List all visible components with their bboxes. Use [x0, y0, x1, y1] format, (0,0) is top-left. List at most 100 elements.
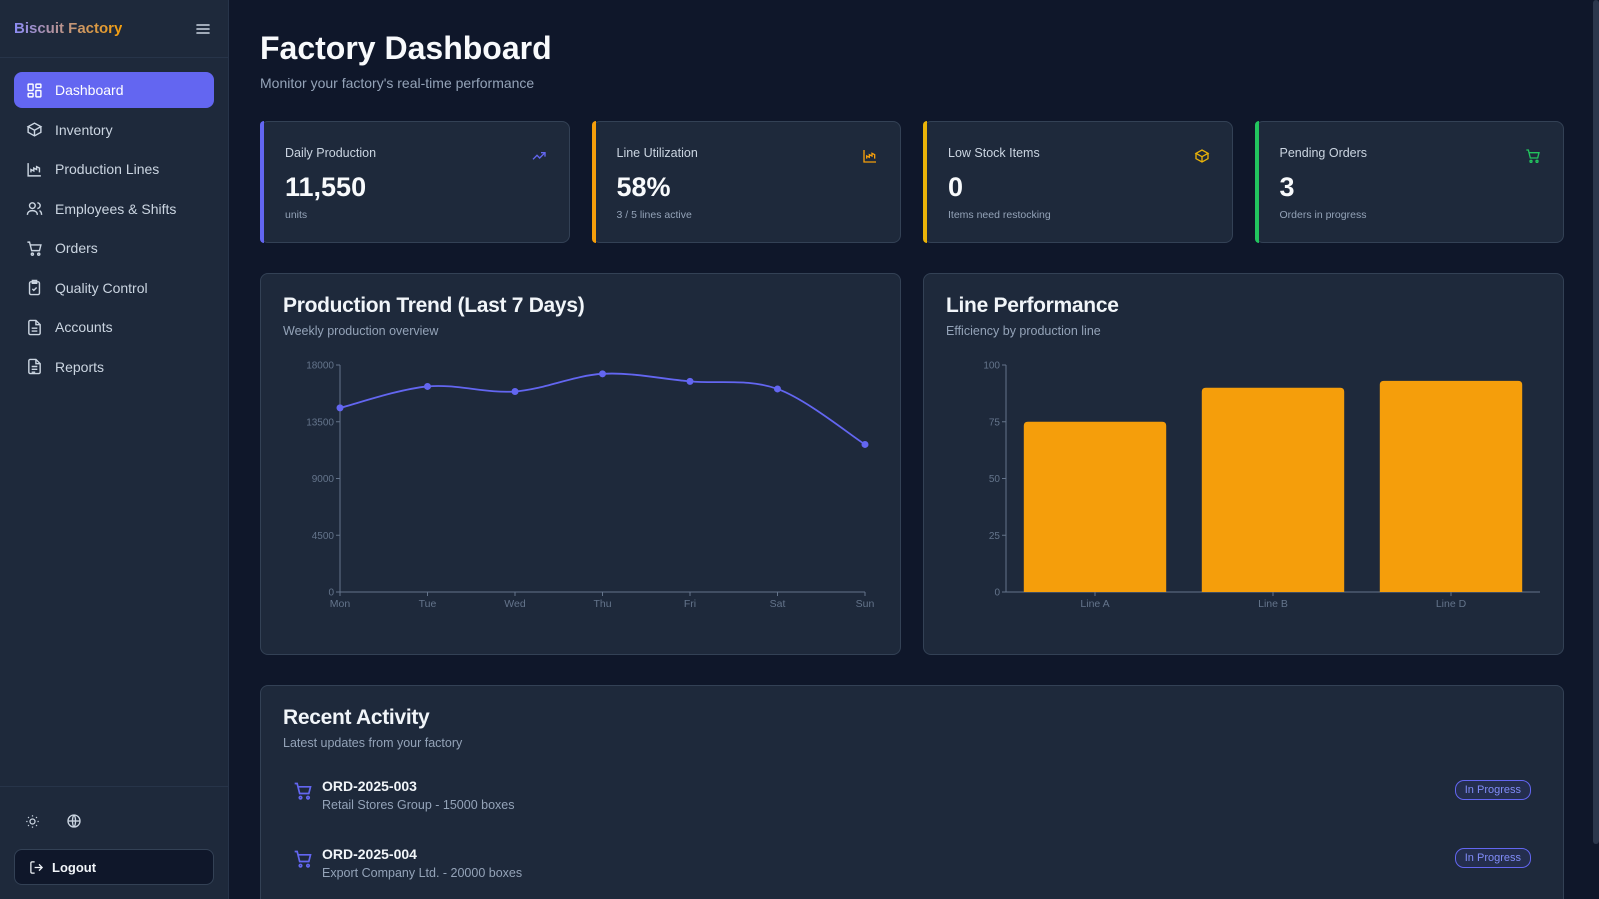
stat-label: Daily Production	[285, 146, 377, 160]
stat-foot: units	[285, 209, 308, 221]
stat-foot: 3 / 5 lines active	[616, 209, 692, 221]
production-trend-chart: 0 4500 9000 13500 18000 Mon Tue Wed Thu Fri Sat Sun	[306, 361, 875, 611]
dashboard-icon	[25, 81, 43, 99]
activity-item[interactable]: ORD-2025-004 Export Company Ltd. - 20000…	[283, 846, 1541, 880]
bar	[1379, 380, 1523, 592]
sidebar-item-quality-control[interactable]: Quality Control	[14, 270, 214, 306]
activity-item[interactable]: ORD-2025-003 Retail Stores Group - 15000…	[283, 778, 1541, 812]
page-subtitle: Monitor your factory's real-time perform…	[260, 75, 535, 91]
logout-label: Logout	[52, 859, 97, 875]
page-title: Factory Dashboard	[260, 30, 552, 66]
sidebar-footer: Logout	[0, 786, 228, 899]
activity-title: ORD-2025-004	[322, 846, 417, 862]
sidebar-nav: Dashboard Inventory Production Lines Emp…	[0, 58, 228, 385]
activity-text: ORD-2025-003 Retail Stores Group - 15000…	[322, 778, 514, 812]
sun-icon	[25, 814, 39, 828]
sidebar-tools	[14, 801, 214, 849]
data-point	[336, 404, 344, 412]
sidebar-item-accounts[interactable]: Accounts	[14, 309, 214, 345]
x-tick-label: Mon	[330, 598, 351, 610]
charts-row: Production Trend (Last 7 Days) Weekly pr…	[260, 273, 1564, 655]
cart-icon	[294, 782, 312, 800]
sidebar-item-production-lines[interactable]: Production Lines	[14, 151, 214, 187]
hamburger-icon	[196, 23, 210, 34]
activity-desc: Export Company Ltd. - 20000 boxes	[322, 866, 523, 880]
production-trend-card: Production Trend (Last 7 Days) Weekly pr…	[260, 273, 901, 655]
activity-desc: Retail Stores Group - 15000 boxes	[322, 798, 515, 812]
main-content: Factory Dashboard Monitor your factory's…	[260, 0, 1564, 899]
y-tick-label: 0	[994, 588, 1000, 599]
stat-foot: Orders in progress	[1279, 209, 1367, 221]
stat-accent-bar	[923, 121, 927, 243]
sidebar-item-reports[interactable]: Reports	[14, 349, 214, 385]
sidebar-item-orders[interactable]: Orders	[14, 230, 214, 266]
y-tick-label: 25	[989, 531, 1001, 542]
theme-toggle-button[interactable]	[22, 811, 42, 831]
data-point	[774, 385, 781, 393]
stat-card-pending-orders: Pending Orders 3 Orders in progress	[1254, 121, 1564, 243]
cart-icon	[25, 239, 43, 257]
activity-title: ORD-2025-003	[322, 778, 417, 794]
y-tick-label: 4500	[312, 531, 335, 542]
bar	[1201, 387, 1345, 592]
y-tick-label: 100	[983, 361, 1000, 372]
stat-value: 58%	[616, 172, 671, 202]
stat-label: Low Stock Items	[948, 146, 1040, 160]
x-tick-label: Fri	[684, 598, 696, 610]
line-performance-card: Line Performance Efficiency by productio…	[923, 273, 1564, 655]
data-point	[686, 377, 694, 385]
y-tick-label: 50	[989, 474, 1001, 485]
trending-up-icon	[532, 152, 546, 160]
brand-bar: Biscuit Factory	[0, 0, 228, 58]
card-title: Production Trend (Last 7 Days)	[283, 294, 585, 317]
factory-icon	[863, 150, 876, 163]
x-tick-label: Line B	[1258, 598, 1288, 610]
sidebar-item-label: Accounts	[55, 319, 113, 335]
y-tick-label: 13500	[306, 417, 334, 428]
x-tick-label: Thu	[593, 598, 611, 610]
sidebar-item-label: Employees & Shifts	[55, 200, 177, 217]
stat-accent-bar	[591, 121, 596, 243]
bar	[1023, 421, 1167, 592]
series-line	[339, 372, 866, 446]
stats-row: Daily Production 11,550 units Line Utili…	[260, 121, 1564, 243]
activity-text: ORD-2025-004 Export Company Ltd. - 20000…	[322, 846, 522, 880]
card-subtitle: Weekly production overview	[283, 324, 439, 338]
y-tick-label: 75	[989, 417, 1001, 428]
users-icon	[25, 200, 43, 218]
sidebar-item-employees[interactable]: Employees & Shifts	[14, 191, 214, 227]
x-tick-label: Line A	[1080, 598, 1109, 610]
brand-name: Biscuit Factory	[14, 20, 123, 37]
sidebar-item-dashboard[interactable]: Dashboard	[14, 72, 214, 108]
menu-toggle-button[interactable]	[192, 18, 214, 40]
logout-button[interactable]: Logout	[14, 849, 214, 885]
stat-card-daily-production: Daily Production 11,550 units	[260, 121, 570, 243]
language-button[interactable]	[64, 811, 84, 831]
sidebar-item-label: Dashboard	[55, 82, 124, 98]
status-badge: In Progress	[1454, 780, 1531, 800]
page-scrollbar[interactable]	[1593, 0, 1599, 844]
sidebar-item-label: Inventory	[55, 121, 113, 138]
stat-foot: Items need restocking	[948, 209, 1051, 221]
file-icon	[25, 318, 43, 336]
stat-card-line-utilization: Line Utilization 58% 3 / 5 lines active	[591, 121, 901, 243]
sidebar-item-inventory[interactable]: Inventory	[14, 112, 214, 148]
factory-icon	[25, 160, 43, 178]
card-subtitle: Latest updates from your factory	[283, 736, 463, 750]
x-tick-label: Wed	[504, 598, 526, 610]
globe-icon	[67, 814, 81, 828]
stat-label: Line Utilization	[616, 146, 698, 160]
line-performance-chart: 0 25 50 75 100 Line A Line B Line D	[983, 361, 1540, 610]
sidebar-item-label: Quality Control	[55, 279, 148, 296]
stat-accent-bar	[1254, 121, 1259, 243]
stat-value: 11,550	[285, 172, 367, 202]
card-subtitle: Efficiency by production line	[946, 324, 1101, 338]
cart-icon	[1526, 149, 1540, 163]
data-point	[511, 387, 519, 395]
sidebar-item-label: Production Lines	[55, 161, 160, 177]
clipboard-check-icon	[25, 279, 43, 297]
status-badge: In Progress	[1454, 848, 1531, 868]
cart-icon	[294, 850, 312, 868]
recent-activity-card: Recent Activity Latest updates from your…	[260, 685, 1564, 899]
x-tick-label: Sun	[856, 598, 875, 610]
